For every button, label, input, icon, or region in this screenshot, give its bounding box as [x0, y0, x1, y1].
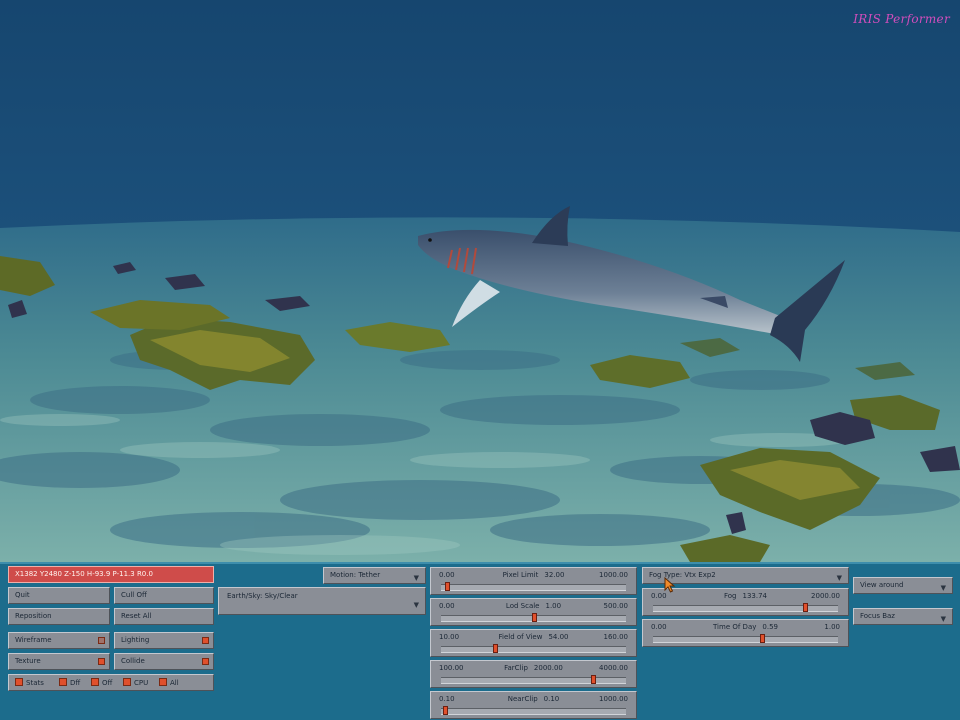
view-menu[interactable]: View around ▼	[853, 577, 953, 594]
stats-selector: Stats Dff Off CPU All	[8, 674, 214, 691]
quit-button[interactable]: Quit	[8, 587, 110, 604]
earth-sky-label: Earth/Sky: Sky/Clear	[227, 592, 298, 600]
menu-arrow-icon: ▼	[413, 574, 419, 582]
wireframe-toggle[interactable]: Wireframe	[8, 632, 110, 649]
mouse-cursor-icon	[664, 577, 676, 593]
slider-name: Time Of Day	[713, 623, 757, 631]
slider-track[interactable]	[653, 603, 838, 612]
lighting-toggle[interactable]: Lighting	[114, 632, 214, 649]
texture-toggle[interactable]: Texture	[8, 653, 110, 670]
slider-knob[interactable]	[760, 634, 766, 643]
lighting-indicator-icon	[202, 637, 209, 644]
texture-indicator-icon	[98, 658, 105, 665]
far-clip-slider[interactable]: 100.00 FarClip 2000.00 4000.00	[430, 660, 637, 688]
all-check-icon	[159, 678, 167, 686]
motion-label: Motion: Tether	[330, 571, 381, 579]
slider-max: 160.00	[603, 633, 629, 641]
lod-scale-slider[interactable]: 0.00 Lod Scale 1.00 500.00	[430, 598, 637, 626]
slider-value: 32.00	[544, 571, 565, 579]
texture-label: Texture	[15, 657, 41, 665]
slider-title: Time Of Day 0.59	[643, 623, 848, 631]
slider-name: NearClip	[507, 695, 538, 703]
dff-check-icon	[59, 678, 67, 686]
reset-all-button[interactable]: Reset All	[114, 608, 214, 625]
fog-type-label: Fog Type: Vtx Exp2	[649, 571, 716, 579]
slider-max: 1000.00	[599, 571, 628, 579]
slider-value: 2000.00	[533, 664, 563, 672]
off-check-icon	[91, 678, 99, 686]
scene-viewport[interactable]: IRIS Performer	[0, 0, 960, 562]
field-of-view-slider[interactable]: 10.00 Field of View 54.00 160.00	[430, 629, 637, 657]
slider-value: 0.59	[762, 623, 778, 631]
underwater-scene	[0, 0, 960, 562]
pixel-limit-slider[interactable]: 0.00 Pixel Limit 32.00 1000.00	[430, 567, 637, 595]
slider-name: Lod Scale	[505, 602, 540, 610]
menu-arrow-icon: ▼	[940, 615, 946, 623]
slider-max: 1.00	[824, 623, 840, 631]
slider-track[interactable]	[441, 613, 626, 622]
stats-option-off[interactable]: Off	[91, 678, 112, 688]
reset-all-label: Reset All	[121, 612, 152, 620]
stats-main-checkbox[interactable]: Stats	[15, 678, 44, 688]
stats-option-label: CPU	[134, 679, 149, 687]
wireframe-label: Wireframe	[15, 636, 52, 644]
collide-indicator-icon	[202, 658, 209, 665]
stats-option-all[interactable]: All	[159, 678, 179, 688]
view-label: View around	[860, 581, 904, 589]
slider-name: Fog	[723, 592, 737, 600]
near-clip-slider[interactable]: 0.10 NearClip 0.10 1000.00	[430, 691, 637, 719]
menu-arrow-icon: ▼	[836, 574, 842, 582]
slider-value: 133.74	[742, 592, 768, 600]
slider-knob[interactable]	[531, 613, 537, 622]
slider-track[interactable]	[441, 675, 626, 684]
cull-label: Cull Off	[121, 591, 147, 599]
menu-arrow-icon: ▼	[413, 601, 419, 609]
collide-label: Collide	[121, 657, 145, 665]
slider-name: FarClip	[504, 664, 528, 672]
slider-track[interactable]	[441, 582, 626, 591]
stats-option-label: Off	[102, 679, 113, 687]
time-of-day-slider[interactable]: 0.00 Time Of Day 0.59 1.00	[642, 619, 849, 647]
slider-name: Field of View	[498, 633, 543, 641]
slider-max: 4000.00	[599, 664, 628, 672]
position-readout: X1382 Y2480 Z-150 H-93.9 P-11.3 R0.0	[8, 566, 214, 583]
slider-value: 54.00	[548, 633, 569, 641]
slider-knob[interactable]	[590, 675, 596, 684]
stats-option-label: All	[170, 679, 179, 687]
focus-label: Focus Baz	[860, 612, 895, 620]
slider-track[interactable]	[441, 644, 626, 653]
stats-option-cpu[interactable]: CPU	[123, 678, 148, 688]
quit-label: Quit	[15, 591, 30, 599]
earth-sky-menu[interactable]: Earth/Sky: Sky/Clear ▼	[218, 587, 426, 615]
slider-track[interactable]	[653, 634, 838, 643]
stats-option-dff[interactable]: Dff	[59, 678, 80, 688]
slider-knob[interactable]	[442, 706, 448, 715]
slider-knob[interactable]	[802, 603, 808, 612]
cpu-check-icon	[123, 678, 131, 686]
slider-max: 1000.00	[599, 695, 628, 703]
cull-button[interactable]: Cull Off	[114, 587, 214, 604]
lighting-label: Lighting	[121, 636, 150, 644]
brand-logo: IRIS Performer	[853, 12, 950, 26]
stats-option-label: Dff	[70, 679, 81, 687]
motion-menu[interactable]: Motion: Tether ▼	[323, 567, 426, 584]
slider-value: 1.00	[545, 602, 562, 610]
stats-check-icon	[15, 678, 23, 686]
wireframe-indicator-icon	[98, 637, 105, 644]
slider-value: 0.10	[543, 695, 560, 703]
stats-label: Stats	[26, 679, 44, 687]
slider-max: 500.00	[603, 602, 629, 610]
reposition-button[interactable]: Reposition	[8, 608, 110, 625]
slider-name: Pixel Limit	[502, 571, 539, 579]
slider-track[interactable]	[441, 706, 626, 715]
focus-menu[interactable]: Focus Baz ▼	[853, 608, 953, 625]
collide-toggle[interactable]: Collide	[114, 653, 214, 670]
slider-knob[interactable]	[444, 582, 450, 591]
menu-arrow-icon: ▼	[940, 584, 946, 592]
slider-knob[interactable]	[493, 644, 499, 653]
reposition-label: Reposition	[15, 612, 52, 620]
slider-max: 2000.00	[811, 592, 840, 600]
